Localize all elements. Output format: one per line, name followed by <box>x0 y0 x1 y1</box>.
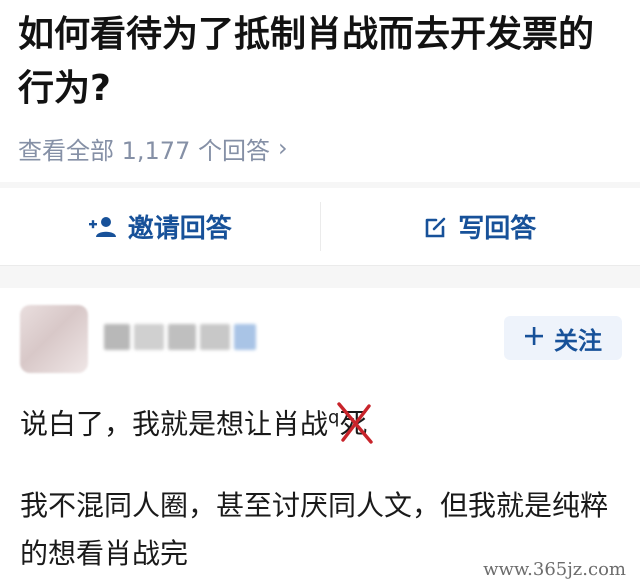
write-answer-label: 写回答 <box>458 214 537 244</box>
view-all-label: 查看全部 1,177 个回答 <box>18 136 270 165</box>
zhihu-question-screen: 如何看待为了抵制肖战而去开发票的行为? 查看全部 1,177 个回答 › 邀请回… <box>0 0 640 588</box>
section-divider <box>0 266 640 288</box>
answer-line1-text: 说白了，我就是想让肖战 <box>20 407 329 441</box>
answer-action-bar: 邀请回答 写回答 <box>0 188 640 266</box>
blurred-segment <box>200 324 230 350</box>
follow-button[interactable]: 关注 <box>504 316 622 360</box>
blurred-segment <box>168 324 196 350</box>
chevron-right-icon: › <box>277 134 288 162</box>
red-cross-mark <box>337 402 374 445</box>
author-name-blurred[interactable] <box>104 322 270 352</box>
write-answer-button[interactable]: 写回答 <box>321 188 640 265</box>
answer-first-line: 说白了，我就是想让肖战q死 <box>20 396 580 446</box>
add-user-icon <box>88 215 118 239</box>
blurred-segment <box>234 324 256 350</box>
avatar[interactable] <box>20 305 88 373</box>
question-title[interactable]: 如何看待为了抵制肖战而去开发票的行为? <box>18 8 628 116</box>
invite-answer-button[interactable]: 邀请回答 <box>0 188 320 265</box>
site-watermark: www.365jz.com <box>479 559 630 580</box>
blurred-segment <box>134 324 164 350</box>
follow-label: 关注 <box>554 326 602 355</box>
blurred-segment <box>104 324 130 350</box>
invite-answer-label: 邀请回答 <box>127 214 232 244</box>
plus-icon <box>524 324 544 352</box>
view-all-answers-link[interactable]: 查看全部 1,177 个回答 › <box>18 128 288 168</box>
struck-through-char: 死 <box>337 402 374 446</box>
edit-icon <box>424 215 448 239</box>
